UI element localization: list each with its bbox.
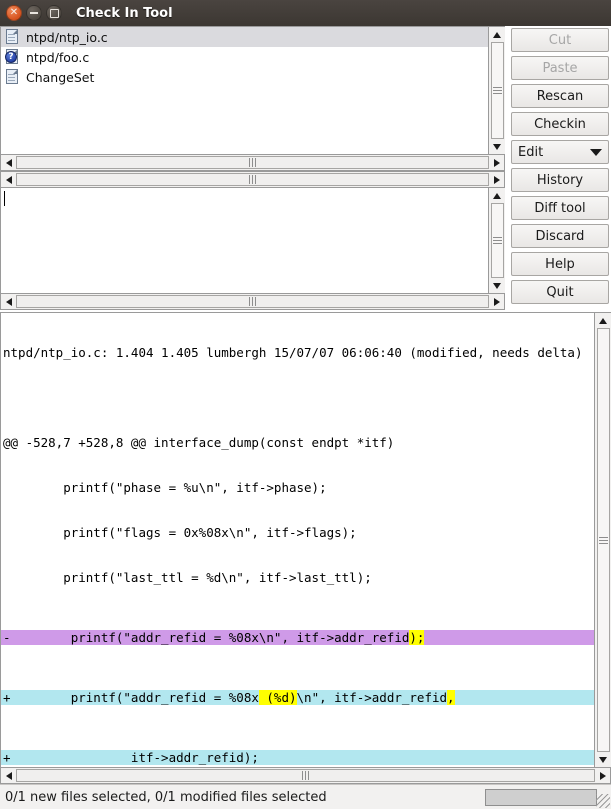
scroll-right-arrow-icon[interactable] [489,172,504,187]
scrollbar-thumb[interactable] [16,295,489,308]
diff-added-line: + printf("addr_refid = %08x (%d)\n", itf… [1,690,594,705]
edit-dropdown-label: Edit [518,144,544,160]
paste-button-label: Paste [542,60,578,76]
document-icon [5,69,21,85]
diff-context-line: printf("flags = 0x%08x\n", itf->flags); [3,525,357,540]
scroll-left-arrow-icon[interactable] [1,294,16,309]
discard-button[interactable]: Discard [511,224,609,248]
scrollbar-thumb[interactable] [16,156,489,169]
rescan-button-label: Rescan [536,88,584,104]
diff-added-line: + itf->addr_refid); [1,750,594,765]
scroll-left-arrow-icon[interactable] [1,155,16,170]
history-button-label: History [536,172,584,188]
comment-editor-bottom-horizontal-scrollbar[interactable] [0,293,505,310]
comment-editor-vertical-scrollbar[interactable] [488,188,505,293]
scroll-left-arrow-icon[interactable] [1,172,16,187]
diff-removed-highlight: ); [409,630,425,645]
diff-hunk-header: @@ -528,7 +528,8 @@ interface_dump(const… [3,435,395,450]
chevron-down-icon [590,148,602,156]
resize-grip[interactable] [596,794,610,808]
diff-view[interactable]: ntpd/ntp_io.c: 1.404 1.405 lumbergh 15/0… [0,312,594,767]
diff-added-highlight: (%d) [258,690,297,705]
diff-removed-text: - printf("addr_refid = %08x\n", itf->add… [3,630,410,645]
diff-tool-button-label: Diff tool [534,200,586,216]
scrollbar-thumb[interactable] [596,328,610,752]
file-list[interactable]: ntpd/ntp_io.c ? ntpd/foo.c ChangeSet [0,26,488,154]
list-item[interactable]: ChangeSet [1,67,488,87]
comment-input[interactable] [0,188,488,293]
file-list-vertical-scrollbar[interactable] [488,26,505,154]
cut-button[interactable]: Cut [511,28,609,52]
diff-context-line: printf("phase = %u\n", itf->phase); [3,480,327,495]
scroll-right-arrow-icon[interactable] [489,155,504,170]
discard-button-label: Discard [535,228,585,244]
file-list-horizontal-scrollbar[interactable] [0,154,505,171]
scrollbar-thumb[interactable] [16,769,595,782]
quit-button[interactable]: Quit [511,280,609,304]
status-bar: 0/1 new files selected, 0/1 modified fil… [0,784,611,809]
scroll-up-arrow-icon[interactable] [595,313,611,328]
scroll-up-arrow-icon[interactable] [489,188,505,203]
list-item[interactable]: ntpd/ntp_io.c [1,27,488,47]
list-item-label: ChangeSet [26,69,95,85]
diff-header-line: ntpd/ntp_io.c: 1.404 1.405 lumbergh 15/0… [3,345,583,360]
status-message: 0/1 new files selected, 0/1 modified fil… [5,789,327,805]
diff-panel: ntpd/ntp_io.c: 1.404 1.405 lumbergh 15/0… [0,312,611,784]
comment-editor-top-horizontal-scrollbar[interactable] [0,171,505,188]
diff-horizontal-scrollbar[interactable] [0,767,611,784]
edit-dropdown[interactable]: Edit [511,140,609,164]
scroll-right-arrow-icon[interactable] [595,768,610,783]
scroll-down-arrow-icon[interactable] [489,139,505,154]
diff-removed-line: - printf("addr_refid = %08x\n", itf->add… [1,630,594,645]
scrollbar-thumb[interactable] [490,42,504,139]
scrollbar-thumb[interactable] [16,173,489,186]
minimize-icon[interactable] [26,5,42,21]
scroll-up-arrow-icon[interactable] [489,27,505,42]
status-progress-gauge [485,788,597,806]
diff-added-text: + printf("addr_refid = %08x [3,690,259,705]
window-titlebar: ✕ Check In Tool [0,0,611,26]
diff-added-text-middle: \n", itf->addr_refid [296,690,448,705]
scroll-right-arrow-icon[interactable] [489,294,504,309]
action-button-column: Cut Paste Rescan Checkin Edit History Di… [511,28,609,304]
help-button-label: Help [545,256,575,272]
list-item[interactable]: ? ntpd/foo.c [1,47,488,67]
scroll-down-arrow-icon[interactable] [489,278,505,293]
history-button[interactable]: History [511,168,609,192]
scrollbar-thumb[interactable] [490,203,504,278]
file-list-panel: ntpd/ntp_io.c ? ntpd/foo.c ChangeSet [0,26,505,171]
diff-vertical-scrollbar[interactable] [594,312,611,767]
diff-context-line: printf("last_ttl = %d\n", itf->last_ttl)… [3,570,372,585]
diff-tool-button[interactable]: Diff tool [511,196,609,220]
diff-added-highlight-2: , [447,690,455,705]
paste-button[interactable]: Paste [511,56,609,80]
scroll-down-arrow-icon[interactable] [595,752,611,767]
cut-button-label: Cut [548,32,572,48]
document-question-icon: ? [5,49,21,65]
list-item-label: ntpd/foo.c [26,49,90,65]
list-item-label: ntpd/ntp_io.c [26,29,108,45]
text-caret [4,191,5,206]
document-icon [5,29,21,45]
rescan-button[interactable]: Rescan [511,84,609,108]
quit-button-label: Quit [546,284,574,300]
diff-blank-line [1,390,594,405]
checkin-button-label: Checkin [534,116,586,132]
checkin-button[interactable]: Checkin [511,112,609,136]
help-button[interactable]: Help [511,252,609,276]
window-title: Check In Tool [76,5,173,21]
scroll-left-arrow-icon[interactable] [1,768,16,783]
maximize-icon[interactable] [46,5,62,21]
close-icon[interactable]: ✕ [6,5,22,21]
comment-editor-panel [0,171,505,310]
